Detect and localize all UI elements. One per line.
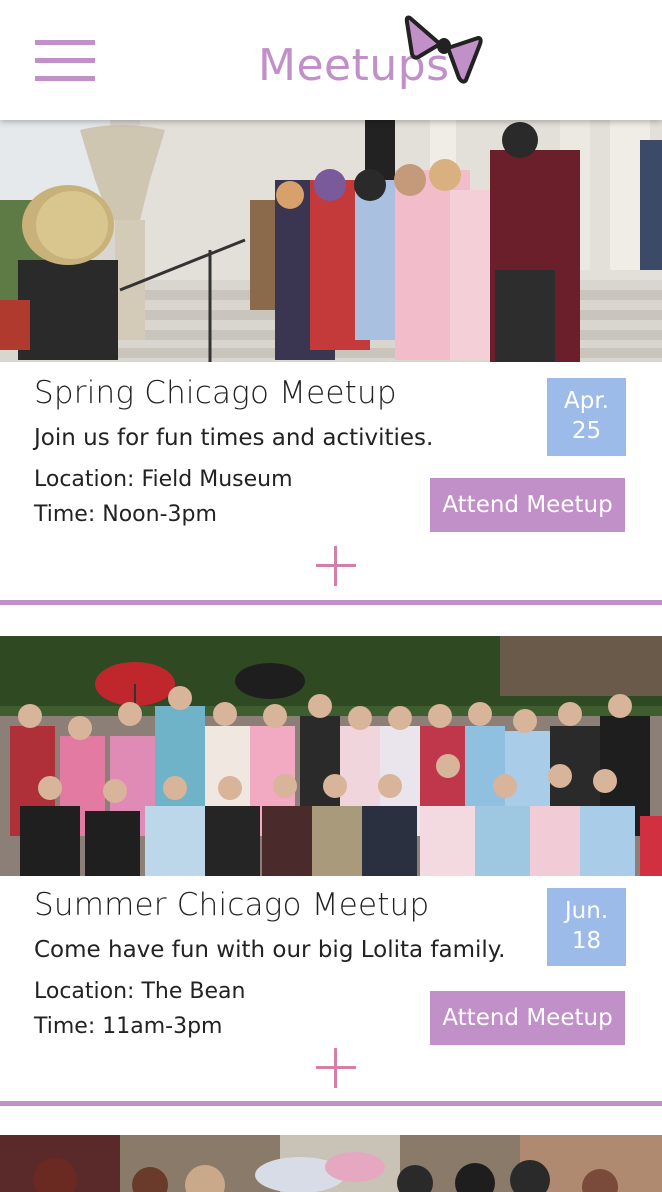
meetup-description: Join us for fun times and activities. [34, 425, 434, 451]
meetup-photo-summer [0, 636, 662, 876]
plus-icon[interactable] [316, 1048, 356, 1088]
card-divider [0, 600, 662, 605]
date-badge: Apr. 25 [547, 378, 626, 456]
meetup-description: Come have fun with our big Lolita family… [34, 937, 506, 963]
card-divider [0, 1101, 662, 1106]
hamburger-menu-icon[interactable] [35, 38, 95, 84]
meetup-time: Time: 11am-3pm [34, 1014, 223, 1039]
date-badge: Jun. 18 [547, 888, 626, 966]
date-month: Jun. [564, 898, 609, 925]
app-header: Meetups [0, 0, 662, 120]
attend-meetup-button[interactable]: Attend Meetup [430, 991, 625, 1045]
meetup-time: Time: Noon-3pm [34, 502, 217, 527]
date-day: 18 [571, 928, 602, 954]
meetup-title: Summer Chicago Meetup [34, 887, 430, 923]
meetup-photo-next [0, 1135, 662, 1192]
date-month: Apr. [564, 388, 609, 415]
bow-icon [404, 15, 483, 84]
meetup-location: Location: Field Museum [34, 467, 293, 492]
meetup-location: Location: The Bean [34, 979, 246, 1004]
date-day: 25 [571, 418, 602, 444]
meetup-title: Spring Chicago Meetup [34, 375, 397, 411]
attend-meetup-button[interactable]: Attend Meetup [430, 478, 625, 532]
meetup-photo-spring [0, 120, 662, 362]
plus-icon[interactable] [316, 546, 356, 586]
